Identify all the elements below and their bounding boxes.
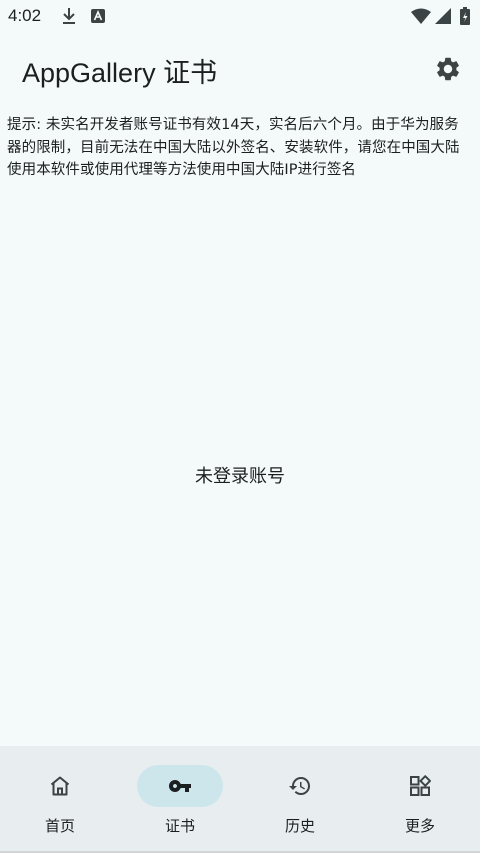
battery-icon: [460, 7, 470, 25]
nav-label-history: 历史: [284, 817, 315, 835]
nav-item-history[interactable]: 历史: [240, 746, 360, 853]
nav-label-more: 更多: [404, 817, 435, 835]
nav-item-home[interactable]: 首页: [0, 746, 120, 853]
signal-icon: [435, 8, 451, 24]
page-title: AppGallery 证书: [22, 58, 218, 88]
gear-icon: [437, 57, 459, 81]
app-bar: AppGallery 证书: [0, 34, 480, 106]
history-icon: [289, 777, 310, 795]
text-a-icon: [91, 9, 105, 23]
nav-label-home: 首页: [44, 817, 75, 835]
not-logged-in-message: 未登录账号: [195, 466, 285, 487]
bottom-navigation: 首页 证书 历史 更多: [0, 746, 480, 853]
wifi-icon: [411, 8, 431, 24]
nav-label-certificate: 证书: [164, 817, 195, 835]
download-icon: [63, 8, 75, 24]
status-bar: 4:02: [0, 0, 480, 34]
nav-item-certificate[interactable]: 证书: [120, 746, 240, 853]
status-time: 4:02: [8, 6, 42, 25]
home-icon: [50, 776, 70, 796]
widgets-icon: [410, 775, 431, 796]
nav-item-more[interactable]: 更多: [360, 746, 480, 853]
notice-text: 提示: 未实名开发者账号证书有效14天，实名后六个月。由于华为服务器的限制，目前…: [7, 117, 460, 178]
key-icon: [169, 780, 191, 792]
settings-button[interactable]: [428, 49, 468, 89]
